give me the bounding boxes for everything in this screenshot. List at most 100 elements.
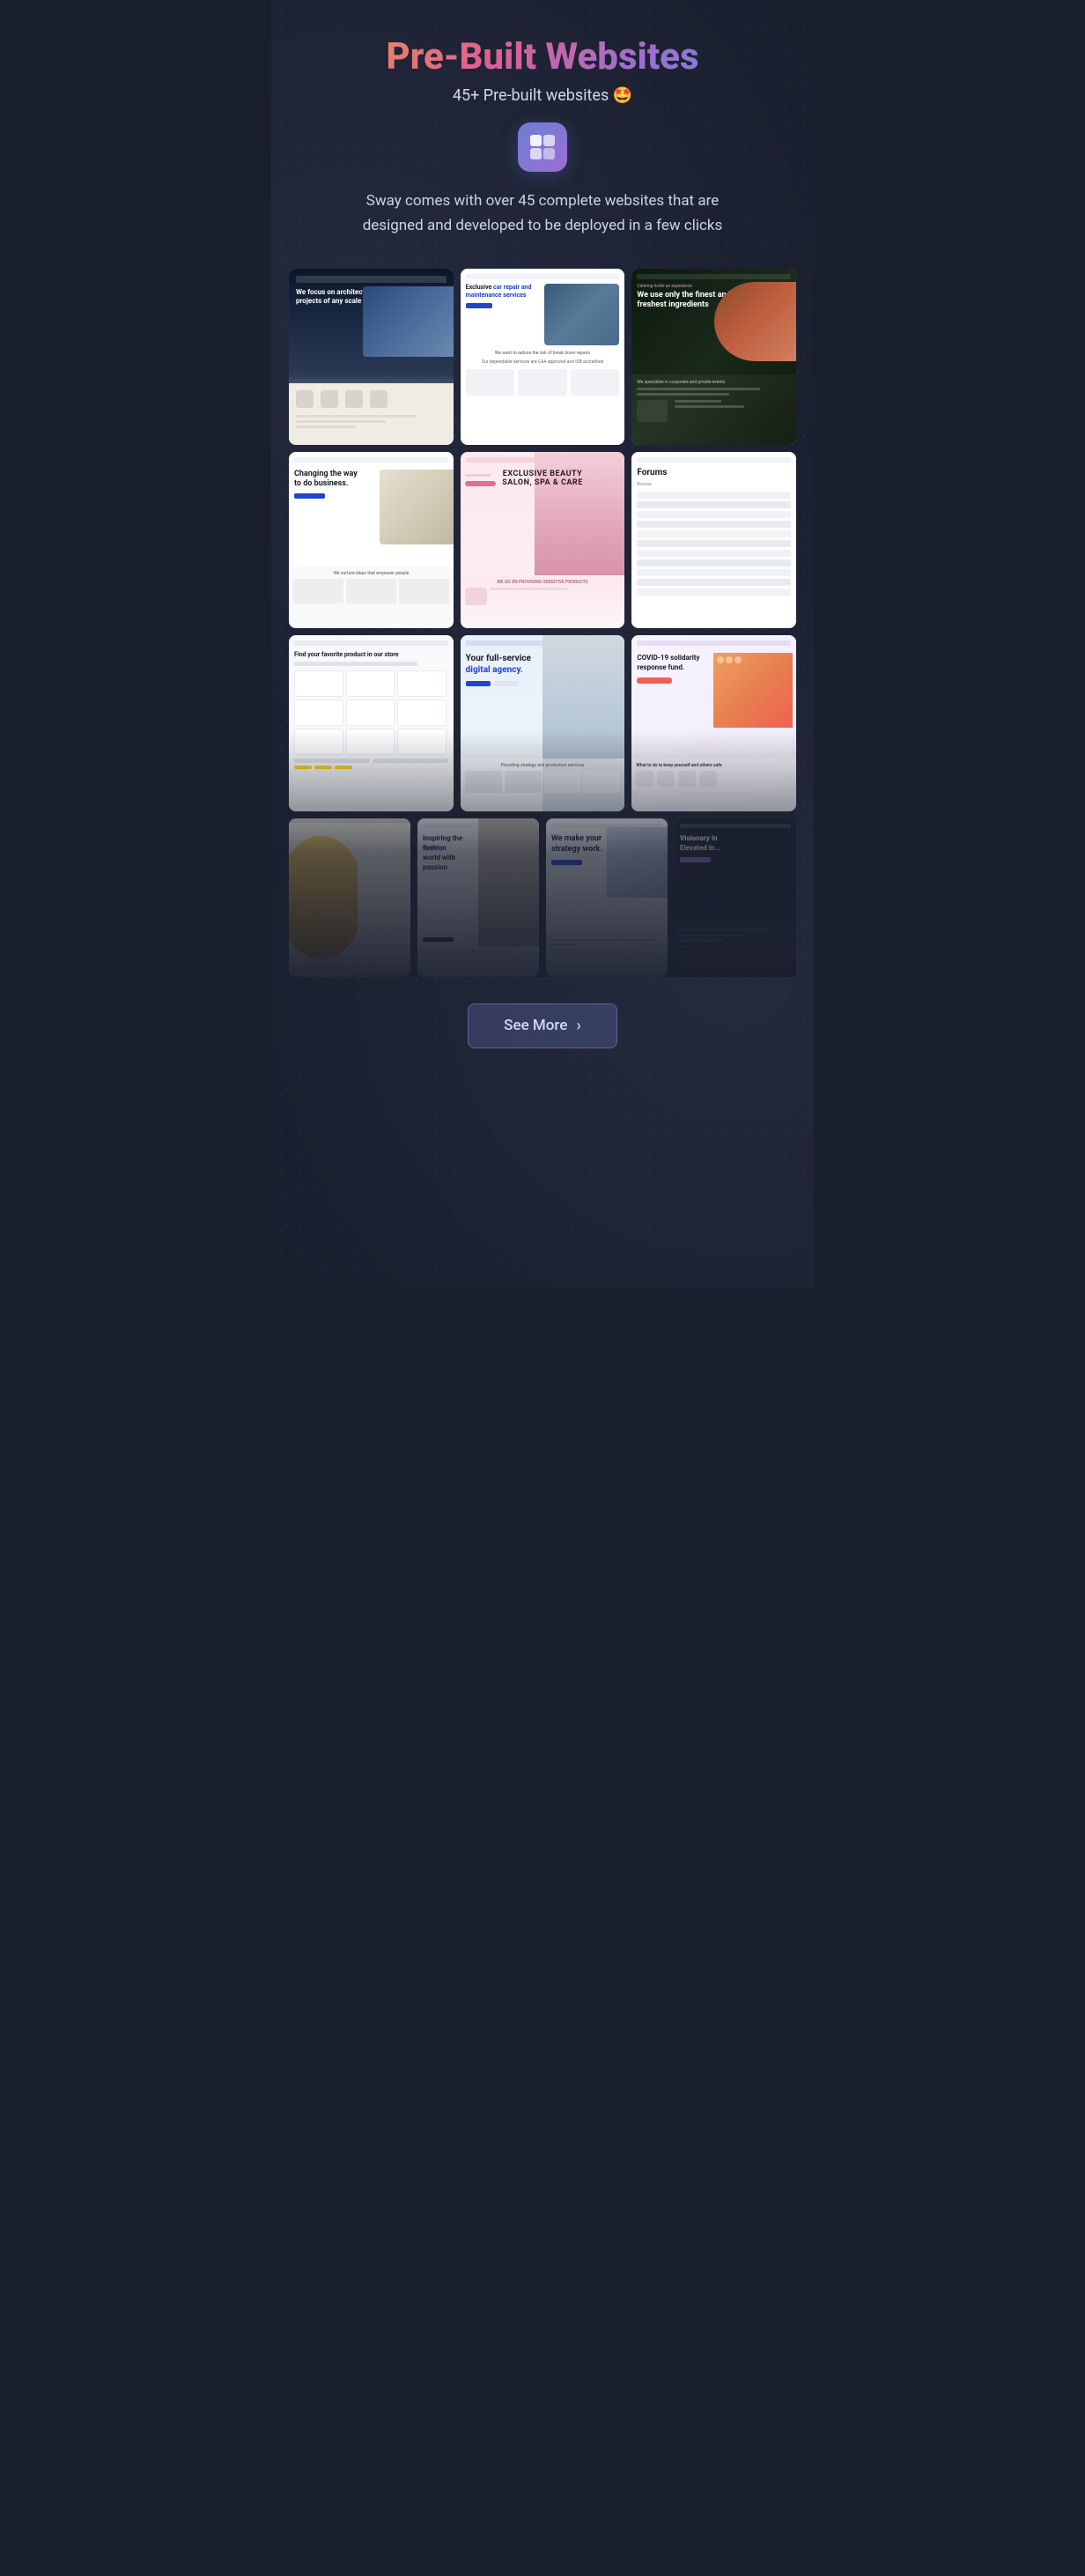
food-bottom: We specialize in corporate and private e…	[631, 374, 796, 445]
forum-preview-card[interactable]: Forums Browse	[631, 452, 796, 628]
beauty-preview-card[interactable]: EXCLUSIVE BEAUTYSALON, SPA & CARE WE GO …	[461, 452, 625, 628]
agency-cta-btn-2	[494, 681, 519, 686]
agency-preview-card[interactable]: Your full-servicedigital agency. Providi…	[461, 635, 625, 811]
covid-illustration	[713, 653, 793, 728]
see-more-section: See More ›	[289, 1003, 796, 1048]
ecom-product-3	[397, 670, 447, 697]
worker-preview-card[interactable]	[289, 818, 410, 977]
car-feature-3	[571, 369, 620, 396]
visionary-line-2	[679, 934, 747, 936]
beauty-headline: EXCLUSIVE BEAUTYSALON, SPA & CARE	[466, 470, 620, 487]
visionary-headline: Visionary inElevated in...	[680, 833, 791, 853]
header-section: Pre-Built Websites 45+ Pre-built website…	[289, 35, 796, 238]
ecom-preview-card[interactable]: Find your favorite product in our store	[289, 635, 454, 811]
forum-item-10	[637, 579, 791, 586]
car-nav	[466, 274, 620, 279]
food-item-line	[675, 400, 721, 403]
visionary-line-1	[679, 929, 769, 931]
arch-building-image	[363, 286, 454, 357]
arch-line-3	[296, 426, 356, 428]
agency-preview: Your full-servicedigital agency. Providi…	[461, 635, 625, 811]
forum-item-9	[637, 569, 791, 576]
ecom-product-6	[397, 700, 447, 726]
food-preview-card[interactable]: Catering holds an experience We use only…	[631, 269, 796, 445]
page-container: Pre-Built Websites 45+ Pre-built website…	[271, 0, 814, 1288]
arch-line-1	[296, 415, 417, 418]
forum-item-1	[637, 492, 791, 499]
see-more-label: See More	[504, 1017, 567, 1034]
description-text: Sway comes with over 45 complete website…	[340, 189, 745, 237]
worker-preview	[289, 818, 410, 977]
arch-icon-3	[345, 390, 363, 408]
food-line-1	[637, 388, 760, 390]
page-title: Pre-Built Websites	[289, 35, 796, 79]
strategy-preview: We make yourstrategy work. Sway is a con…	[546, 818, 668, 977]
grid-row-1: We focus on architectureprojects of any …	[289, 269, 796, 445]
arch-bottom	[289, 383, 454, 445]
food-item-line-2	[675, 405, 744, 408]
subtitle-text: 45+ Pre-built websites 🤩	[289, 86, 796, 105]
ecom-product-8	[346, 729, 395, 755]
sway-icon-badge	[518, 122, 567, 172]
arch-nav	[296, 276, 447, 283]
forum-item-5	[637, 530, 791, 537]
car-hero: Exclusive car repair andmaintenance serv…	[466, 284, 620, 345]
forum-nav	[637, 457, 791, 463]
biz-bottom: We nurture ideas that empower people	[289, 566, 454, 628]
arch-icon-2	[321, 390, 338, 408]
forum-item-8	[637, 559, 791, 566]
car-headline: Exclusive car repair andmaintenance serv…	[466, 284, 541, 300]
arch-line-2	[296, 420, 386, 423]
car-hero-text: Exclusive car repair andmaintenance serv…	[466, 284, 541, 345]
car-feature-2	[518, 369, 567, 396]
ecom-nav	[294, 640, 448, 646]
car-preview-card[interactable]: Exclusive car repair andmaintenance serv…	[461, 269, 625, 445]
covid-cta	[637, 677, 672, 684]
covid-preview: COVID-19 solidarityresponse fund. What t…	[631, 635, 796, 811]
visionary-line-3	[679, 939, 724, 942]
arch-icon-1	[296, 390, 314, 408]
strategy-business-image	[607, 827, 668, 898]
agency-cta-btn-1	[466, 681, 491, 686]
visionary-preview: Visionary inElevated in... The st...	[675, 818, 796, 977]
ecom-preview: Find your favorite product in our store	[289, 635, 454, 811]
car-features	[466, 369, 620, 396]
worker-person	[289, 836, 358, 959]
layout-icon	[528, 133, 557, 161]
forum-item-3	[637, 511, 791, 518]
biz-preview-card[interactable]: Changing the wayto do business. We nurtu…	[289, 452, 454, 628]
biz-cta	[294, 493, 325, 499]
fashion-preview: Inspiring the fashionworld with passion …	[417, 818, 539, 977]
covid-headline: COVID-19 solidarityresponse fund.	[637, 653, 721, 672]
covid-preview-card[interactable]: COVID-19 solidarityresponse fund. What t…	[631, 635, 796, 811]
food-image	[714, 282, 796, 361]
car-cta-btn	[466, 303, 492, 308]
grid-row-4-wrapper: Inspiring the fashionworld with passion …	[289, 818, 796, 977]
website-previews-grid: We focus on architectureprojects of any …	[289, 269, 796, 977]
arch-preview-card[interactable]: We focus on architectureprojects of any …	[289, 269, 454, 445]
forum-item-7	[637, 550, 791, 557]
visionary-preview-card[interactable]: Visionary inElevated in... The st...	[675, 818, 796, 977]
car-preview: Exclusive car repair andmaintenance serv…	[461, 269, 625, 445]
chevron-right-icon: ›	[576, 1017, 580, 1035]
biz-image	[380, 470, 454, 544]
covid-nav	[637, 640, 791, 646]
beauty-bottom: WE GO ON PROVIDING SENSITIVE PRODUCTS	[461, 575, 625, 628]
see-more-button[interactable]: See More ›	[468, 1003, 617, 1048]
ecom-product-5	[346, 700, 395, 726]
grid-row-2: Changing the wayto do business. We nurtu…	[289, 452, 796, 628]
strategy-preview-card[interactable]: We make yourstrategy work. Sway is a con…	[546, 818, 668, 977]
ecom-product-4	[294, 700, 343, 726]
car-mechanic-img	[544, 284, 619, 345]
ecom-headline: Find your favorite product in our store	[294, 651, 448, 658]
visionary-nav	[680, 824, 791, 828]
fashion-preview-card[interactable]: Inspiring the fashionworld with passion …	[417, 818, 539, 977]
ecom-product-1	[294, 670, 343, 697]
forum-item-11	[637, 588, 791, 596]
grid-row-3: Find your favorite product in our store	[289, 635, 796, 811]
arch-icons	[289, 383, 454, 415]
arch-icon-4	[370, 390, 388, 408]
grid-row-4: Inspiring the fashionworld with passion …	[289, 818, 796, 977]
ecom-product-9	[397, 729, 447, 755]
covid-bottom: What to do to keep yourself and others s…	[631, 759, 796, 811]
